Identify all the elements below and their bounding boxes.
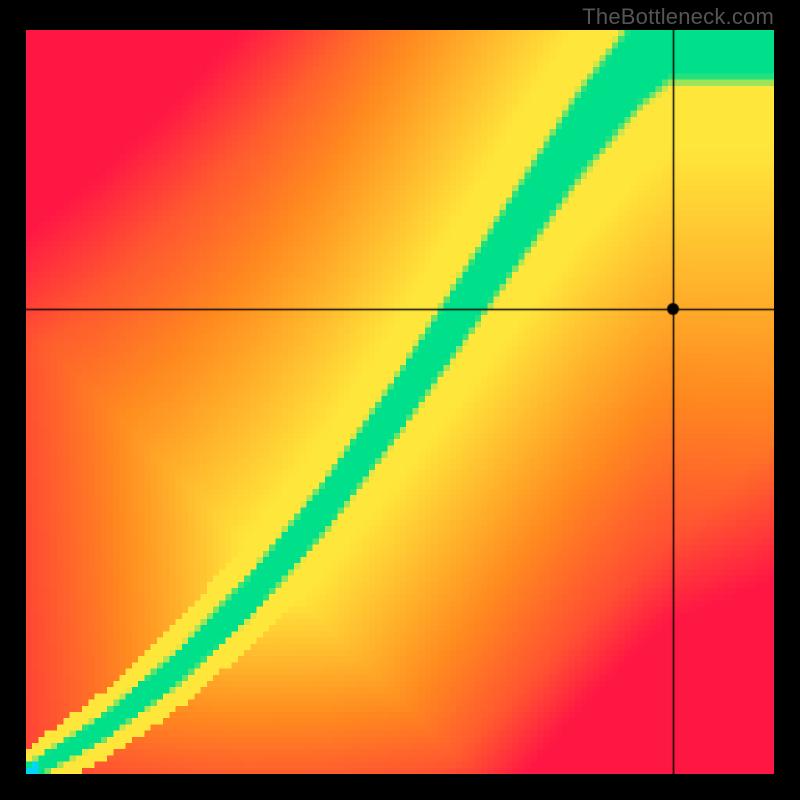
chart-frame: TheBottleneck.com — [0, 0, 800, 800]
watermark-text: TheBottleneck.com — [582, 4, 774, 30]
bottleneck-heatmap — [26, 30, 774, 774]
